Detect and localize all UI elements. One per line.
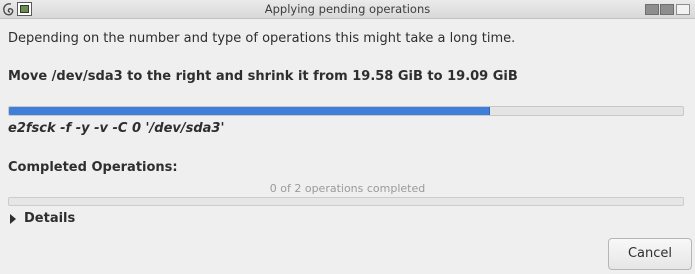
title-bar[interactable]: Applying pending operations — [0, 0, 695, 19]
details-expander[interactable]: Details — [10, 211, 75, 226]
cancel-button[interactable]: Cancel — [608, 238, 692, 270]
maximize-button[interactable] — [660, 4, 674, 15]
window-title: Applying pending operations — [264, 2, 431, 16]
current-operation-progress-fill — [9, 107, 491, 115]
completed-operations-progress-bar — [8, 197, 684, 206]
minimize-button[interactable] — [645, 4, 659, 15]
operations-count-text: 0 of 2 operations completed — [269, 182, 426, 195]
info-text: Depending on the number and type of oper… — [8, 31, 516, 46]
current-operation-progress-bar — [8, 106, 684, 116]
completed-operations-label: Completed Operations: — [8, 160, 178, 175]
details-label: Details — [24, 211, 76, 226]
close-button[interactable] — [676, 4, 690, 15]
expander-arrow-icon — [10, 213, 16, 224]
current-operation-title: Move /dev/sda3 to the right and shrink i… — [8, 69, 518, 84]
current-command: e2fsck -f -y -v -C 0 '/dev/sda3' — [8, 121, 225, 136]
